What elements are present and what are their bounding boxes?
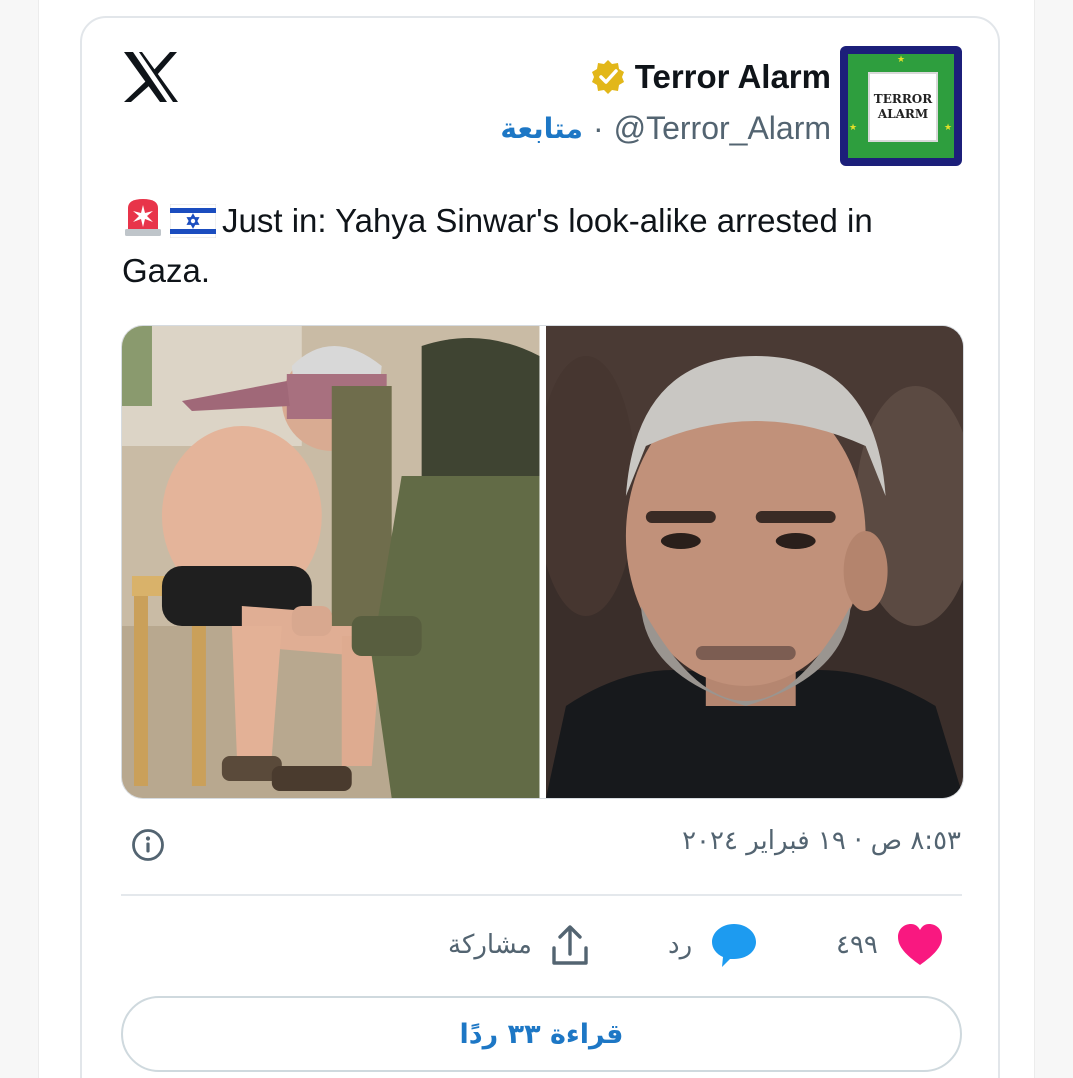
israel-flag-icon [170,204,216,238]
author-handle[interactable]: @Terror_Alarm [614,110,831,147]
handle-separator: · [592,110,604,146]
info-icon[interactable] [131,828,165,862]
tweet-text: Just in: Yahya Sinwar's look-alike arres… [122,196,962,296]
left-gutter [0,0,39,1078]
star-icon: ★ [849,123,858,133]
avatar-logo-card: TERROR ALARM [868,72,938,142]
divider [121,894,962,896]
photo-arrest-illustration [122,326,540,798]
rotating-light-icon [125,199,161,236]
right-gutter [1034,0,1073,1078]
share-upload-icon[interactable] [550,924,590,966]
heart-icon[interactable] [896,923,944,967]
tweet-body-text: Just in: Yahya Sinwar's look-alike arres… [122,202,873,289]
like-count: ٤٩٩ [836,930,878,960]
photo-portrait[interactable] [545,326,963,798]
reply-action[interactable]: رد [668,920,758,970]
follow-link[interactable]: متابعة [500,112,583,145]
star-icon: ★ [944,123,953,133]
photo-arrest[interactable] [122,326,540,798]
read-replies-button[interactable]: قراءة ٣٣ ردًا [121,996,962,1072]
read-replies-label: قراءة ٣٣ ردًا [459,1018,624,1050]
avatar-text-line1: TERROR [873,92,933,106]
like-action[interactable]: ٤٩٩ [836,920,944,970]
avatar-text-line2: ALARM [877,107,929,121]
reply-label: رد [668,930,693,960]
star-icon: ★ [897,55,906,65]
author-handle-row: متابعة · @Terror_Alarm [500,110,831,147]
speech-bubble-icon[interactable] [710,922,758,968]
author-name-row: Terror Alarm [589,58,831,96]
verified-badge-icon [591,60,624,94]
author-avatar[interactable]: ★ ★ ★ TERROR ALARM [840,46,962,166]
author-display-name[interactable]: Terror Alarm [635,58,831,96]
x-logo-icon[interactable] [122,50,180,104]
tweet-media-grid [121,325,964,799]
photo-portrait-illustration [545,326,963,798]
tweet-timestamp[interactable]: ٨:٥٣ ص · ١٩ فبراير ٢٠٢٤ [682,826,961,856]
avatar-green-field: ★ ★ ★ TERROR ALARM [848,54,954,158]
tweet-embed-page: ★ ★ ★ TERROR ALARM Terror Alarm متابعة ·… [0,0,1073,1078]
share-action[interactable]: مشاركة [448,920,590,970]
share-label: مشاركة [448,930,532,960]
